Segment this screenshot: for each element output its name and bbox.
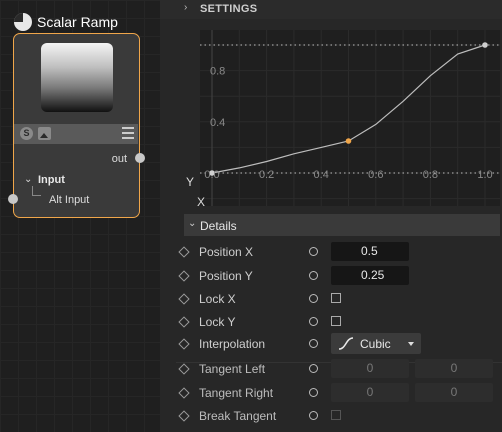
tangent-right-label: Tangent Right [199, 386, 274, 400]
input-section-label[interactable]: Input [38, 174, 65, 186]
y-tick-label: 0.8 [210, 66, 225, 78]
control-point[interactable] [482, 42, 488, 48]
position-x-input[interactable]: 0.5 [331, 242, 409, 261]
position-x-label: Position X [199, 245, 254, 259]
break-tangent-label: Break Tangent [199, 409, 277, 423]
link-circle-icon[interactable] [309, 247, 318, 256]
alt-input-port[interactable] [8, 194, 18, 204]
break-tangent-checkbox[interactable] [331, 410, 341, 420]
curve-chart[interactable]: 0.0 0.2 0.4 0.6 0.8 1.0 0.4 0.8 [200, 30, 500, 206]
break-tangent-row: Break Tangent [176, 405, 502, 427]
tangent-right-x-input[interactable]: 0 [331, 383, 409, 402]
tangent-left-y-input[interactable]: 0 [415, 359, 493, 378]
position-y-input[interactable]: 0.25 [331, 266, 409, 285]
lock-x-label: Lock X [199, 292, 236, 306]
dropdown-arrow-icon [408, 342, 414, 346]
y-axis-label: Y [186, 175, 195, 189]
lock-x-row: Lock X [176, 288, 502, 310]
settings-section-header[interactable]: › SETTINGS [160, 0, 502, 19]
keyframe-diamond-icon[interactable] [178, 246, 190, 258]
keyframe-diamond-icon[interactable] [178, 338, 190, 350]
lock-y-checkbox[interactable] [331, 316, 341, 326]
x-tick-label: 0.2 [259, 169, 274, 181]
lock-y-row: Lock Y [176, 311, 502, 333]
interpolation-value: Cubic [360, 337, 391, 351]
x-axis-label: X [197, 195, 206, 209]
chevron-right-icon[interactable]: › [184, 2, 187, 13]
position-y-row: Position Y 0.25 [176, 265, 502, 287]
lock-x-checkbox[interactable] [331, 293, 341, 303]
interpolation-row: Interpolation Cubic [176, 333, 502, 355]
tree-connector-icon [32, 186, 41, 196]
menu-icon[interactable] [122, 127, 134, 139]
node-editor-canvas[interactable]: Scalar Ramp S out ⌄ Input Alt Input [0, 0, 160, 432]
position-y-label: Position Y [199, 269, 253, 283]
keyframe-diamond-icon[interactable] [178, 387, 190, 399]
link-circle-icon[interactable] [309, 317, 318, 326]
link-circle-icon[interactable] [309, 388, 318, 397]
tangent-left-label: Tangent Left [199, 362, 266, 376]
node-toolbar: S [14, 124, 138, 144]
chevron-down-icon[interactable]: ⌄ [24, 174, 32, 185]
interpolation-label: Interpolation [199, 337, 266, 351]
lock-y-label: Lock Y [199, 315, 236, 329]
ramp-curve-editor[interactable]: 0.0 0.2 0.4 0.6 0.8 1.0 0.4 0.8 [200, 30, 500, 206]
out-port[interactable] [135, 153, 145, 163]
x-tick-label: 0.6 [368, 169, 383, 181]
y-tick-label: 0.4 [210, 117, 225, 129]
keyframe-diamond-icon[interactable] [178, 293, 190, 305]
link-circle-icon[interactable] [309, 411, 318, 420]
tangent-right-y-input[interactable]: 0 [415, 383, 493, 402]
keyframe-diamond-icon[interactable] [178, 410, 190, 422]
control-point[interactable] [345, 138, 352, 144]
s-badge-icon[interactable]: S [20, 127, 33, 140]
x-tick-label: 1.0 [477, 169, 492, 181]
interpolation-dropdown[interactable]: Cubic [331, 333, 421, 354]
settings-label: SETTINGS [200, 3, 258, 15]
link-circle-icon[interactable] [309, 339, 318, 348]
node-header: Scalar Ramp [14, 10, 118, 34]
link-circle-icon[interactable] [309, 271, 318, 280]
keyframe-diamond-icon[interactable] [178, 270, 190, 282]
tangent-left-row: Tangent Left 0 0 [176, 358, 502, 380]
x-tick-label: 0.4 [314, 169, 329, 181]
scalar-ramp-node[interactable]: S out ⌄ Input Alt Input [8, 33, 145, 218]
x-tick-label: 0.8 [423, 169, 438, 181]
link-circle-icon[interactable] [309, 364, 318, 373]
image-preview-icon[interactable] [38, 127, 51, 140]
keyframe-diamond-icon[interactable] [178, 363, 190, 375]
position-x-row: Position X 0.5 [176, 241, 502, 263]
chevron-down-icon[interactable]: ⌄ [188, 218, 196, 229]
tangent-right-row: Tangent Right 0 0 [176, 382, 502, 404]
node-preview-thumbnail [41, 43, 113, 112]
tangent-left-x-input[interactable]: 0 [331, 359, 409, 378]
out-port-label: out [111, 153, 127, 165]
node-type-icon [14, 13, 32, 31]
cubic-curve-icon [338, 337, 354, 350]
details-label: Details [200, 219, 237, 233]
x-tick-label: 0.0 [204, 169, 219, 181]
keyframe-diamond-icon[interactable] [178, 316, 190, 328]
details-section-header[interactable]: ⌄ Details [184, 214, 500, 236]
node-title: Scalar Ramp [37, 14, 118, 30]
link-circle-icon[interactable] [309, 294, 318, 303]
alt-input-label: Alt Input [49, 194, 90, 206]
